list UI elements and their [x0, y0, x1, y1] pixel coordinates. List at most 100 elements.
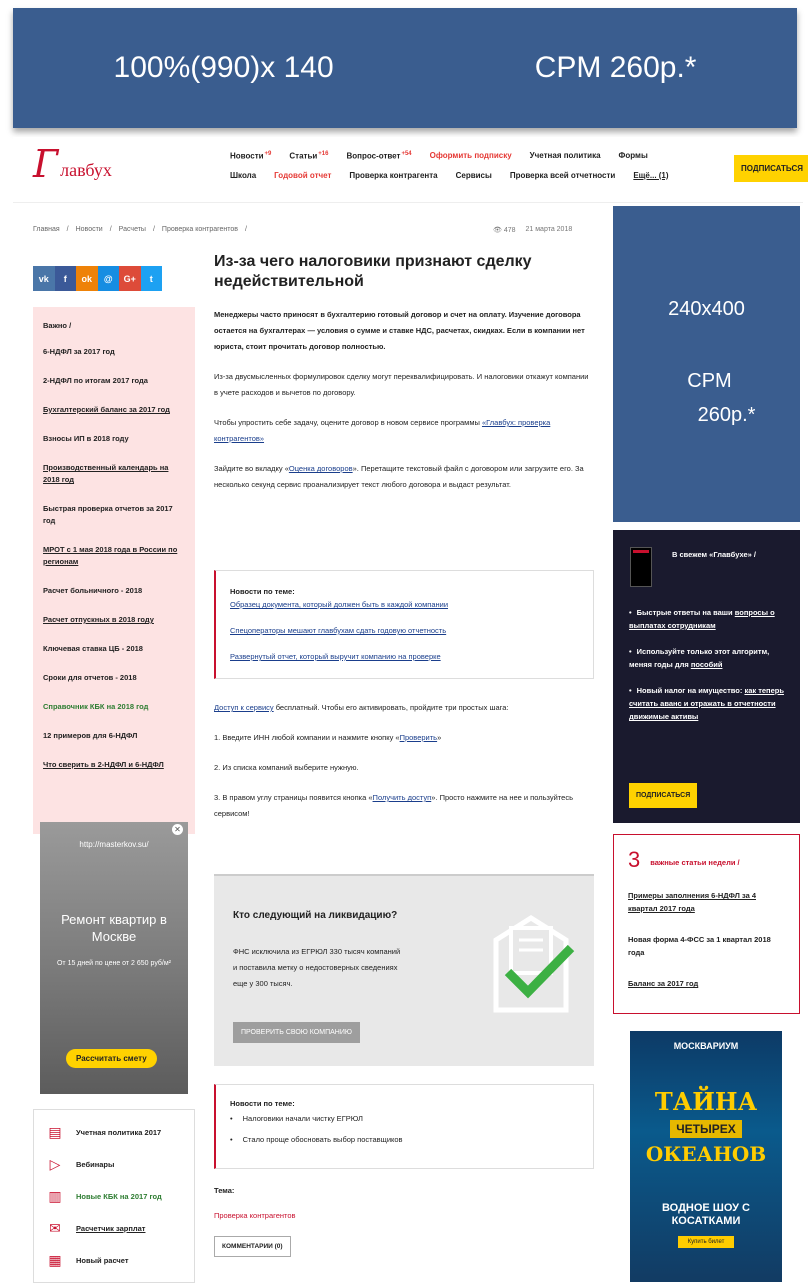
weekly-article-link[interactable]: Примеры заполнения 6-НДФЛ за 4 квартал 2…: [628, 889, 785, 915]
magazine-cover[interactable]: [630, 547, 652, 587]
nav-item[interactable]: Статьи+16: [289, 151, 328, 161]
liquidation-promo[interactable]: Кто следующий на ликвидацию? ФНС исключи…: [214, 874, 594, 1066]
top-ad-banner[interactable]: 100%(990)x 140 CPM 260р.*: [13, 8, 797, 128]
important-link[interactable]: 12 примеров для 6-НДФЛ: [43, 730, 185, 742]
related-news-box-2: Новости по теме: Налоговики начали чистк…: [214, 1084, 594, 1169]
important-link[interactable]: Сроки для отчетов - 2018: [43, 672, 185, 684]
fresh-issue-text: Быстрые ответы на ваши: [636, 608, 735, 617]
breadcrumb-separator: /: [66, 226, 69, 233]
important-link[interactable]: Расчет отпускных в 2018 году: [43, 614, 185, 626]
odnoklassniki-icon[interactable]: ok: [76, 266, 98, 291]
nav-item[interactable]: Проверка контрагента: [349, 171, 437, 180]
topic-link[interactable]: Проверка контрагентов: [214, 1211, 296, 1220]
nav-item[interactable]: Новости+9: [230, 151, 271, 161]
related-news-link[interactable]: Налоговики начали чистку ЕГРЮЛ: [230, 1114, 579, 1123]
important-link[interactable]: Производственный календарь на 2018 год: [43, 462, 185, 486]
important-link[interactable]: Взносы ИП в 2018 году: [43, 433, 185, 445]
nav-item[interactable]: Формы: [619, 151, 648, 161]
important-link[interactable]: 6-НДФЛ за 2017 год: [43, 346, 185, 358]
subscribe-button[interactable]: ПОДПИСАТЬСЯ: [734, 155, 808, 182]
fresh-issue-item[interactable]: Используйте только этот алгоритм, меняя …: [629, 645, 784, 671]
ad-cpm: CPM: [687, 370, 732, 392]
vk-icon[interactable]: vk: [33, 266, 55, 291]
nav-item[interactable]: Годовой отчет: [274, 171, 331, 180]
related-news-link[interactable]: Стало проще обосновать выбор поставщиков: [230, 1135, 579, 1144]
facebook-icon[interactable]: f: [54, 266, 76, 291]
nav-item[interactable]: Проверка всей отчетности: [510, 171, 616, 180]
nav-badge: +54: [401, 151, 412, 157]
article-lead: Менеджеры часто приносят в бухгалтерию г…: [214, 310, 585, 351]
service-item[interactable]: ▷ Вебинары: [46, 1156, 182, 1172]
service-item[interactable]: ▤ Учетная политика 2017: [46, 1124, 182, 1140]
oceanarium-ad[interactable]: МОСКВАРИУМ ТАЙНА ЧЕТЫРЕХ ОКЕАНОВ ВОДНОЕ …: [630, 1031, 782, 1282]
nav-row-1: Новости+9 Статьи+16 Вопрос-ответ+54 Оформит…: [230, 151, 669, 161]
service-label: Учетная политика 2017: [76, 1127, 162, 1137]
service-label: Новый расчет: [76, 1255, 129, 1265]
breadcrumb-item[interactable]: Расчеты: [119, 226, 146, 233]
article-date: 21 марта 2018: [525, 226, 573, 233]
buy-ticket-button[interactable]: Купить билет: [677, 1236, 735, 1248]
article-paragraph: Чтобы упростить себе задачу, оцените дог…: [214, 418, 551, 443]
service-item[interactable]: ▥ Новые КБК на 2017 год: [46, 1188, 182, 1204]
get-access-link[interactable]: Получить доступ: [373, 793, 432, 802]
article-title: Из-за чего налоговики признают сделку не…: [214, 253, 532, 290]
check-link[interactable]: Проверить: [400, 733, 438, 742]
important-link[interactable]: Расчет больничного - 2018: [43, 585, 185, 597]
service-item[interactable]: ▦ Новый расчет: [46, 1252, 182, 1268]
important-link[interactable]: МРОТ с 1 мая 2018 года в России по регио…: [43, 544, 185, 568]
document-check-icon: [493, 915, 575, 1013]
close-icon[interactable]: ✕: [172, 824, 183, 835]
breadcrumb-item[interactable]: Главная: [33, 226, 60, 233]
nav-item[interactable]: Вопрос-ответ+54: [346, 151, 411, 161]
related-news-box: Новости по теме: Образец документа, кото…: [214, 570, 594, 679]
weekly-article-link[interactable]: Новая форма 4-ФСС за 1 квартал 2018 года: [628, 933, 785, 959]
logo[interactable]: Г лавбух: [33, 142, 112, 186]
nav-badge: +16: [318, 151, 329, 157]
right-ad-banner[interactable]: 240x400 CPM 260р.*: [613, 206, 800, 522]
contract-evaluation-link[interactable]: Оценка договоров: [289, 464, 353, 473]
service-access-link[interactable]: Доступ к сервису: [214, 703, 274, 712]
important-link[interactable]: Ключевая ставка ЦБ - 2018: [43, 643, 185, 655]
fresh-issue-item[interactable]: Новый налог на имущество: как теперь счи…: [629, 684, 784, 723]
breadcrumb-item[interactable]: Новости: [76, 226, 103, 233]
article-meta: 👁 478 21 марта 2018: [493, 226, 572, 234]
nav-item[interactable]: Ещё... (1): [633, 171, 668, 180]
service-item[interactable]: ✉ Расчетчик зарплат: [46, 1220, 182, 1236]
weekly-article-link[interactable]: Баланс за 2017 год: [628, 977, 785, 990]
subscribe-button-sidebar[interactable]: ПОДПИСАТЬСЯ: [629, 783, 698, 808]
related-news-title: Новости по теме:: [230, 1099, 295, 1108]
important-link[interactable]: Быстрая проверка отчетов за 2017 год: [43, 503, 185, 527]
important-link[interactable]: Бухгалтерский баланс за 2017 год: [43, 404, 185, 416]
important-link[interactable]: Справочник КБК на 2018 год: [43, 701, 185, 713]
comments-button[interactable]: КОММЕНТАРИИ (0): [214, 1236, 291, 1257]
fresh-issue-item[interactable]: Быстрые ответы на ваши вопросы о выплата…: [629, 606, 784, 632]
nav-item[interactable]: Учетная политика: [530, 151, 601, 161]
twitter-icon[interactable]: t: [140, 266, 162, 291]
fresh-issue-list: Быстрые ответы на ваши вопросы о выплата…: [629, 606, 784, 736]
calculate-estimate-button[interactable]: Рассчитать смету: [66, 1049, 157, 1068]
check-company-button[interactable]: ПРОВЕРИТЬ СВОЮ КОМПАНИЮ: [233, 1022, 360, 1043]
nav-row-2: Школа Годовой отчет Проверка контрагента Се…: [230, 171, 669, 180]
mailru-icon[interactable]: @: [97, 266, 119, 291]
nav-item[interactable]: Сервисы: [456, 171, 492, 180]
breadcrumb-separator: /: [152, 226, 155, 233]
social-share-bar: vk f ok @ G+ t: [33, 266, 162, 291]
nav-item[interactable]: Школа: [230, 171, 256, 180]
googleplus-icon[interactable]: G+: [119, 266, 141, 291]
related-news-link[interactable]: Развернутый отчет, который выручит компа…: [230, 652, 579, 661]
promo-title: Кто следующий на ликвидацию?: [233, 910, 398, 921]
important-link[interactable]: 2-НДФЛ по итогам 2017 года: [43, 375, 185, 387]
ad-headline-1: ТАЙНА: [654, 1087, 758, 1116]
promo-description: ФНС исключила из ЕГРЮЛ 330 тысяч компани…: [233, 947, 401, 988]
logo-initial: Г: [33, 142, 59, 186]
related-news-link[interactable]: Образец документа, который должен быть в…: [230, 600, 579, 609]
article-topic: Тема: Проверка контрагентов: [214, 1186, 296, 1220]
left-ad-repair[interactable]: ✕ http://masterkov.su/ Ремонт квартир в …: [40, 822, 188, 1094]
fresh-issue-link[interactable]: пособий: [691, 660, 723, 669]
related-news-link[interactable]: Спецоператоры мешают главбухам сдать год…: [230, 626, 579, 635]
important-link[interactable]: Что сверить в 2-НДФЛ и 6-НДФЛ: [43, 759, 185, 771]
nav-item[interactable]: Оформить подписку: [430, 151, 512, 161]
service-label: Новые КБК на 2017 год: [76, 1191, 162, 1201]
views-count: 👁 478: [493, 227, 516, 234]
breadcrumb-item[interactable]: Проверка контрагентов: [162, 226, 238, 233]
